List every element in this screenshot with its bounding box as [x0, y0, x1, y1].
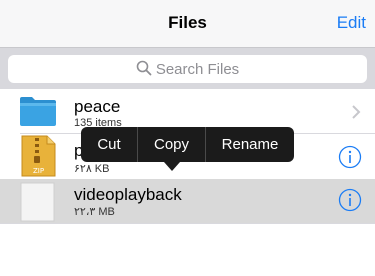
- chevron-right-icon: [352, 105, 361, 119]
- list-item-selected[interactable]: [0, 179, 375, 223]
- info-icon[interactable]: [338, 145, 362, 169]
- folder-icon: [20, 97, 56, 126]
- cut-menu-item[interactable]: Cut: [81, 127, 137, 162]
- page-title: Files: [168, 13, 207, 32]
- info-icon[interactable]: [338, 188, 362, 212]
- file-name: videoplayback: [74, 185, 182, 204]
- zip-icon: ZIP: [21, 135, 56, 177]
- search-bar: Search Files: [0, 47, 375, 89]
- svg-text:ZIP: ZIP: [33, 167, 44, 175]
- search-placeholder: Search Files: [155, 61, 240, 78]
- file-detail: ۶۲۸ KB: [74, 163, 110, 175]
- rename-menu-item[interactable]: Rename: [206, 127, 294, 162]
- copy-menu-item[interactable]: Copy: [138, 127, 205, 162]
- document-icon: [20, 182, 55, 222]
- edit-menu: Cut Copy Rename: [81, 127, 294, 162]
- row-divider: [0, 223, 375, 224]
- menu-arrow: [164, 162, 180, 171]
- search-placeholder-wrap: Search Files: [8, 60, 367, 79]
- file-name: peace: [74, 97, 121, 116]
- edit-button[interactable]: Edit: [337, 13, 366, 33]
- file-detail: ۲۲،۳ MB: [74, 206, 115, 218]
- navigation-bar: Files Edit: [0, 0, 375, 47]
- search-input[interactable]: Search Files: [8, 55, 367, 83]
- search-icon: [136, 60, 152, 76]
